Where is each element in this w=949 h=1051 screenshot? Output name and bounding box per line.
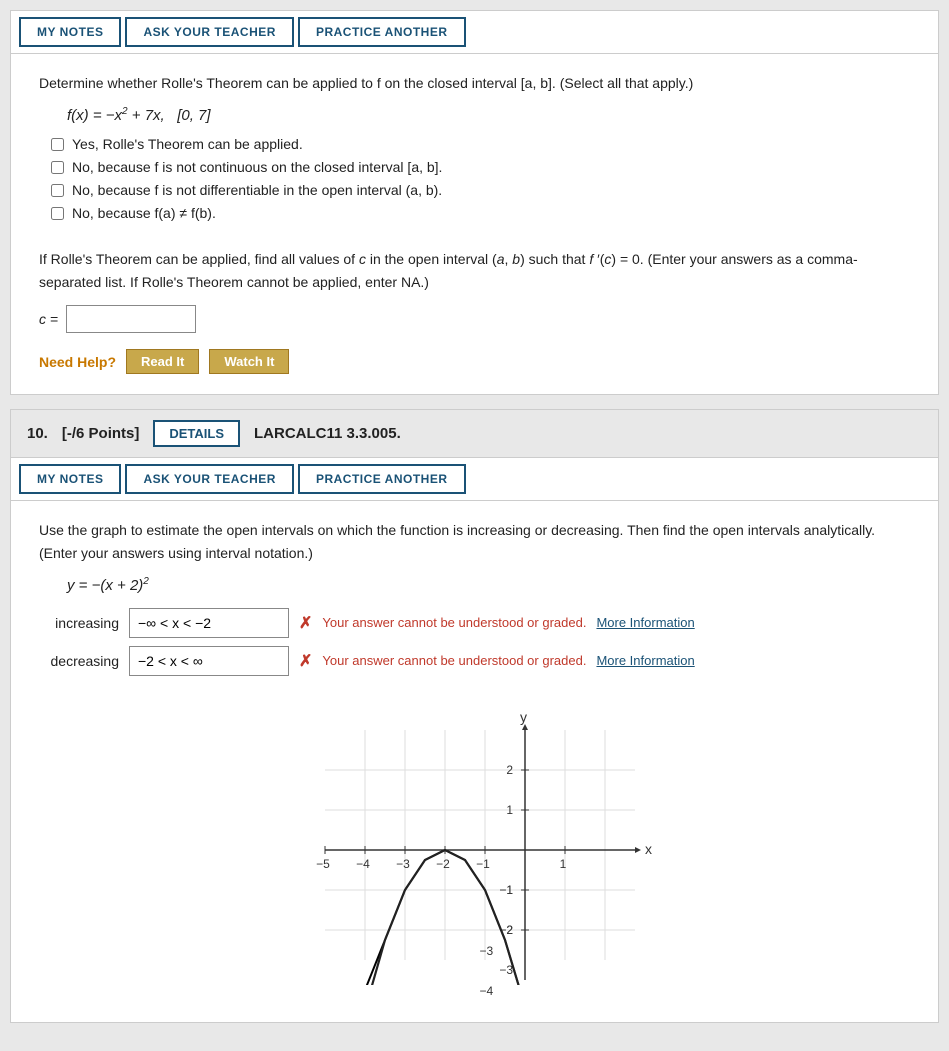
y-tick-neg1b: −1 xyxy=(499,883,513,897)
decreasing-error-icon: ✗ xyxy=(299,651,312,671)
question-text-9: Determine whether Rolle's Theorem can be… xyxy=(39,72,910,94)
ask-teacher-button-9[interactable]: ASK YOUR TEACHER xyxy=(125,17,293,47)
y-tick-pos1: 1 xyxy=(506,803,513,817)
checkbox-no-differentiable-label: No, because f is not differentiable in t… xyxy=(72,182,442,198)
need-help-label: Need Help? xyxy=(39,354,116,370)
x-tick-neg3: −3 xyxy=(396,857,410,871)
math-expression-9: f(x) = −x2 + 7x, [0, 7] xyxy=(67,106,910,124)
read-it-button[interactable]: Read It xyxy=(126,349,199,374)
practice-another-button-10[interactable]: PRACTICE ANOTHER xyxy=(298,464,466,494)
details-button-10[interactable]: DETAILS xyxy=(153,420,240,447)
increasing-label: increasing xyxy=(39,615,119,631)
graph-container: x y −5 −4 −3 −2 −1 1 −1 −2 −3 xyxy=(39,700,910,1000)
increasing-more-info[interactable]: More Information xyxy=(596,615,694,630)
y-tick-neg3-label: −3 xyxy=(480,944,494,958)
checkbox-no-continuous-label: No, because f is not continuous on the c… xyxy=(72,159,442,175)
x-tick-neg1: −1 xyxy=(476,857,490,871)
y-tick-pos2: 2 xyxy=(506,763,513,777)
checkbox-no-fa-fb[interactable] xyxy=(51,207,64,220)
problem-id-10: LARCALC11 3.3.005. xyxy=(254,425,401,442)
y-axis-label: y xyxy=(520,709,527,725)
checkbox-yes-label: Yes, Rolle's Theorem can be applied. xyxy=(72,136,303,152)
math-expression-10: y = −(x + 2)2 xyxy=(67,576,910,594)
x-tick-neg5: −5 xyxy=(316,857,330,871)
c-label: c = xyxy=(39,311,58,327)
checkbox-yes[interactable] xyxy=(51,138,64,151)
decreasing-label: decreasing xyxy=(39,653,119,669)
graph-svg: x y −5 −4 −3 −2 −1 1 −1 −2 −3 xyxy=(285,700,665,1000)
checkbox-no-differentiable[interactable] xyxy=(51,184,64,197)
increasing-error-msg: Your answer cannot be understood or grad… xyxy=(322,615,586,630)
y-tick-neg3: −3 xyxy=(499,963,513,977)
followup-text-9: If Rolle's Theorem can be applied, find … xyxy=(39,248,910,293)
my-notes-button-10[interactable]: MY NOTES xyxy=(19,464,121,494)
ask-teacher-button-10[interactable]: ASK YOUR TEACHER xyxy=(125,464,293,494)
increasing-error-icon: ✗ xyxy=(299,613,312,633)
x-axis-label: x xyxy=(645,841,652,857)
checkbox-no-continuous[interactable] xyxy=(51,161,64,174)
practice-another-button-9[interactable]: PRACTICE ANOTHER xyxy=(298,17,466,47)
decreasing-input[interactable] xyxy=(129,646,289,676)
x-tick-1: 1 xyxy=(559,857,566,871)
watch-it-button[interactable]: Watch It xyxy=(209,349,289,374)
checkbox-group-9: Yes, Rolle's Theorem can be applied. No,… xyxy=(51,136,910,221)
my-notes-button-9[interactable]: MY NOTES xyxy=(19,17,121,47)
decreasing-error-msg: Your answer cannot be understood or grad… xyxy=(322,653,586,668)
y-tick-neg4-label: −4 xyxy=(480,984,494,998)
problem-points-10: [-/6 Points] xyxy=(62,425,140,442)
x-tick-neg4: −4 xyxy=(356,857,370,871)
problem-number-10: 10. xyxy=(27,425,48,442)
increasing-input[interactable] xyxy=(129,608,289,638)
x-tick-neg2: −2 xyxy=(436,857,450,871)
question-text-10: Use the graph to estimate the open inter… xyxy=(39,519,910,564)
decreasing-more-info[interactable]: More Information xyxy=(596,653,694,668)
c-input[interactable] xyxy=(66,305,196,333)
checkbox-no-fa-fb-label: No, because f(a) ≠ f(b). xyxy=(72,205,216,221)
